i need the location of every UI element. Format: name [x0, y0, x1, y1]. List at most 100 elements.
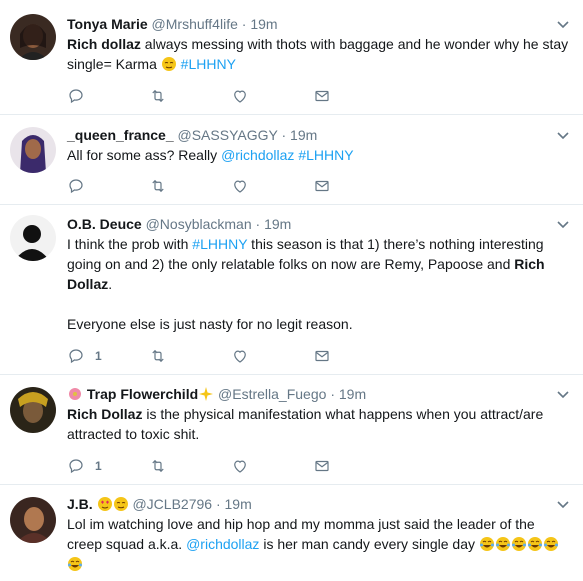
relieved-face-emoji-icon	[161, 56, 177, 72]
retweet-button[interactable]	[149, 346, 231, 366]
retweet-icon	[152, 459, 164, 473]
avatar[interactable]	[10, 127, 56, 173]
dm-button[interactable]	[313, 346, 395, 366]
tweet-header: Tonya Marie @Mrshuff4life · 19m	[67, 14, 543, 34]
reply-count: 1	[95, 459, 102, 473]
avatar[interactable]	[10, 497, 56, 543]
display-name[interactable]: J.B.	[67, 496, 93, 512]
user-handle[interactable]: @Mrshuff4life	[152, 16, 238, 32]
tweet[interactable]: Tonya Marie @Mrshuff4life · 19m Rich dol…	[0, 0, 583, 115]
text-run: Everyone else is just nasty for no legit…	[67, 316, 353, 332]
tweet-actions: 1	[67, 456, 395, 476]
reply-button[interactable]: 1	[67, 346, 149, 366]
tweet-actions	[67, 86, 395, 106]
tweet-header: O.B. Deuce @Nosyblackman · 19m	[67, 214, 543, 234]
bold-text: Rich Dollaz	[67, 406, 143, 422]
tweet[interactable]: _queen_france_ @SASSYAGGY · 19m All for …	[0, 115, 583, 205]
user-handle[interactable]: @Nosyblackman	[146, 216, 252, 232]
user-handle[interactable]: @Estrella_Fuego	[218, 386, 326, 402]
tears-of-joy-emoji-icon	[495, 536, 511, 552]
display-name[interactable]: _queen_france_	[67, 127, 174, 143]
avatar[interactable]	[10, 387, 56, 433]
dm-button[interactable]	[313, 176, 395, 196]
chevron-down-icon[interactable]	[555, 496, 571, 512]
dm-button[interactable]	[313, 456, 395, 476]
avatar[interactable]	[10, 14, 56, 60]
reply-button[interactable]	[67, 86, 149, 106]
retweet-icon	[152, 349, 164, 363]
tears-of-joy-emoji-icon	[511, 536, 527, 552]
separator-dot: ·	[215, 496, 221, 512]
reply-icon	[69, 459, 83, 474]
tweet[interactable]: O.B. Deuce @Nosyblackman · 19m I think t…	[0, 205, 583, 375]
separator-dot: ·	[241, 16, 247, 32]
text-run: I think the prob with	[67, 236, 193, 252]
mention-link[interactable]: @richdollaz	[186, 536, 259, 552]
retweet-icon	[152, 89, 164, 103]
timestamp[interactable]: 19m	[250, 16, 277, 32]
tweet-header: _queen_france_ @SASSYAGGY · 19m	[67, 125, 543, 145]
chevron-down-icon[interactable]	[555, 216, 571, 232]
display-name[interactable]: Trap Flowerchild	[87, 386, 198, 402]
sparkles-emoji-icon	[198, 386, 214, 402]
reply-icon	[69, 349, 83, 364]
bold-text: Rich dollaz	[67, 36, 141, 52]
avatar[interactable]	[10, 215, 56, 261]
chevron-down-icon[interactable]	[555, 386, 571, 402]
chevron-down-icon[interactable]	[555, 127, 571, 143]
text-run: is her man candy every single day	[259, 536, 479, 552]
heart-icon	[234, 460, 246, 473]
heart-icon	[234, 180, 246, 193]
hibiscus-emoji-icon	[67, 386, 83, 402]
mention-link[interactable]: @richdollaz	[221, 147, 294, 163]
timestamp[interactable]: 19m	[264, 216, 291, 232]
separator-dot: ·	[281, 127, 287, 143]
chevron-down-icon[interactable]	[555, 16, 571, 32]
tweet-paragraph: Rich dollaz always messing with thots wi…	[67, 34, 571, 74]
hashtag-link[interactable]: #LHHNY	[298, 147, 353, 163]
tweet-text: I think the prob with #LHHNY this season…	[67, 234, 571, 334]
tweet[interactable]: Trap Flowerchild @Estrella_Fuego · 19m R…	[0, 375, 583, 485]
like-button[interactable]	[231, 86, 313, 106]
tears-of-joy-emoji-icon	[527, 536, 543, 552]
tweet-actions: 1	[67, 346, 395, 366]
tears-of-joy-emoji-icon	[543, 536, 559, 552]
tweet-paragraph: Rich Dollaz is the physical manifestatio…	[67, 404, 571, 444]
tweet-actions	[67, 176, 395, 196]
retweet-icon	[152, 179, 164, 193]
tweet-text: Rich Dollaz is the physical manifestatio…	[67, 404, 571, 444]
dm-button[interactable]	[313, 86, 395, 106]
tweet-header: Trap Flowerchild @Estrella_Fuego · 19m	[67, 384, 543, 404]
retweet-button[interactable]	[149, 86, 231, 106]
display-name[interactable]: O.B. Deuce	[67, 216, 142, 232]
envelope-icon	[315, 350, 329, 362]
timestamp[interactable]: 19m	[225, 496, 252, 512]
timestamp[interactable]: 19m	[339, 386, 366, 402]
tears-of-joy-emoji-icon	[67, 556, 83, 572]
separator-dot: ·	[255, 216, 261, 232]
display-name[interactable]: Tonya Marie	[67, 16, 148, 32]
hashtag-link[interactable]: #LHHNY	[192, 236, 247, 252]
tweet-paragraph: Lol im watching love and hip hop and my …	[67, 514, 571, 574]
tweet[interactable]: J.B. @JCLB2796 · 19m Lol im watching lov…	[0, 485, 583, 581]
reply-count: 1	[95, 349, 102, 363]
reply-button[interactable]	[67, 176, 149, 196]
like-button[interactable]	[231, 346, 313, 366]
tweet-header: J.B. @JCLB2796 · 19m	[67, 494, 543, 514]
retweet-button[interactable]	[149, 456, 231, 476]
tweet-feed: Tonya Marie @Mrshuff4life · 19m Rich dol…	[0, 0, 583, 581]
user-handle[interactable]: @JCLB2796	[132, 496, 212, 512]
like-button[interactable]	[231, 176, 313, 196]
heart-icon	[234, 350, 246, 363]
heart-icon	[234, 90, 246, 103]
retweet-button[interactable]	[149, 176, 231, 196]
tweet-text: Rich dollaz always messing with thots wi…	[67, 34, 571, 74]
envelope-icon	[315, 460, 329, 472]
user-handle[interactable]: @SASSYAGGY	[178, 127, 278, 143]
timestamp[interactable]: 19m	[290, 127, 317, 143]
tweet-paragraph: I think the prob with #LHHNY this season…	[67, 234, 571, 294]
hashtag-link[interactable]: #LHHNY	[181, 56, 236, 72]
like-button[interactable]	[231, 456, 313, 476]
reply-icon	[69, 89, 83, 104]
reply-button[interactable]: 1	[67, 456, 149, 476]
